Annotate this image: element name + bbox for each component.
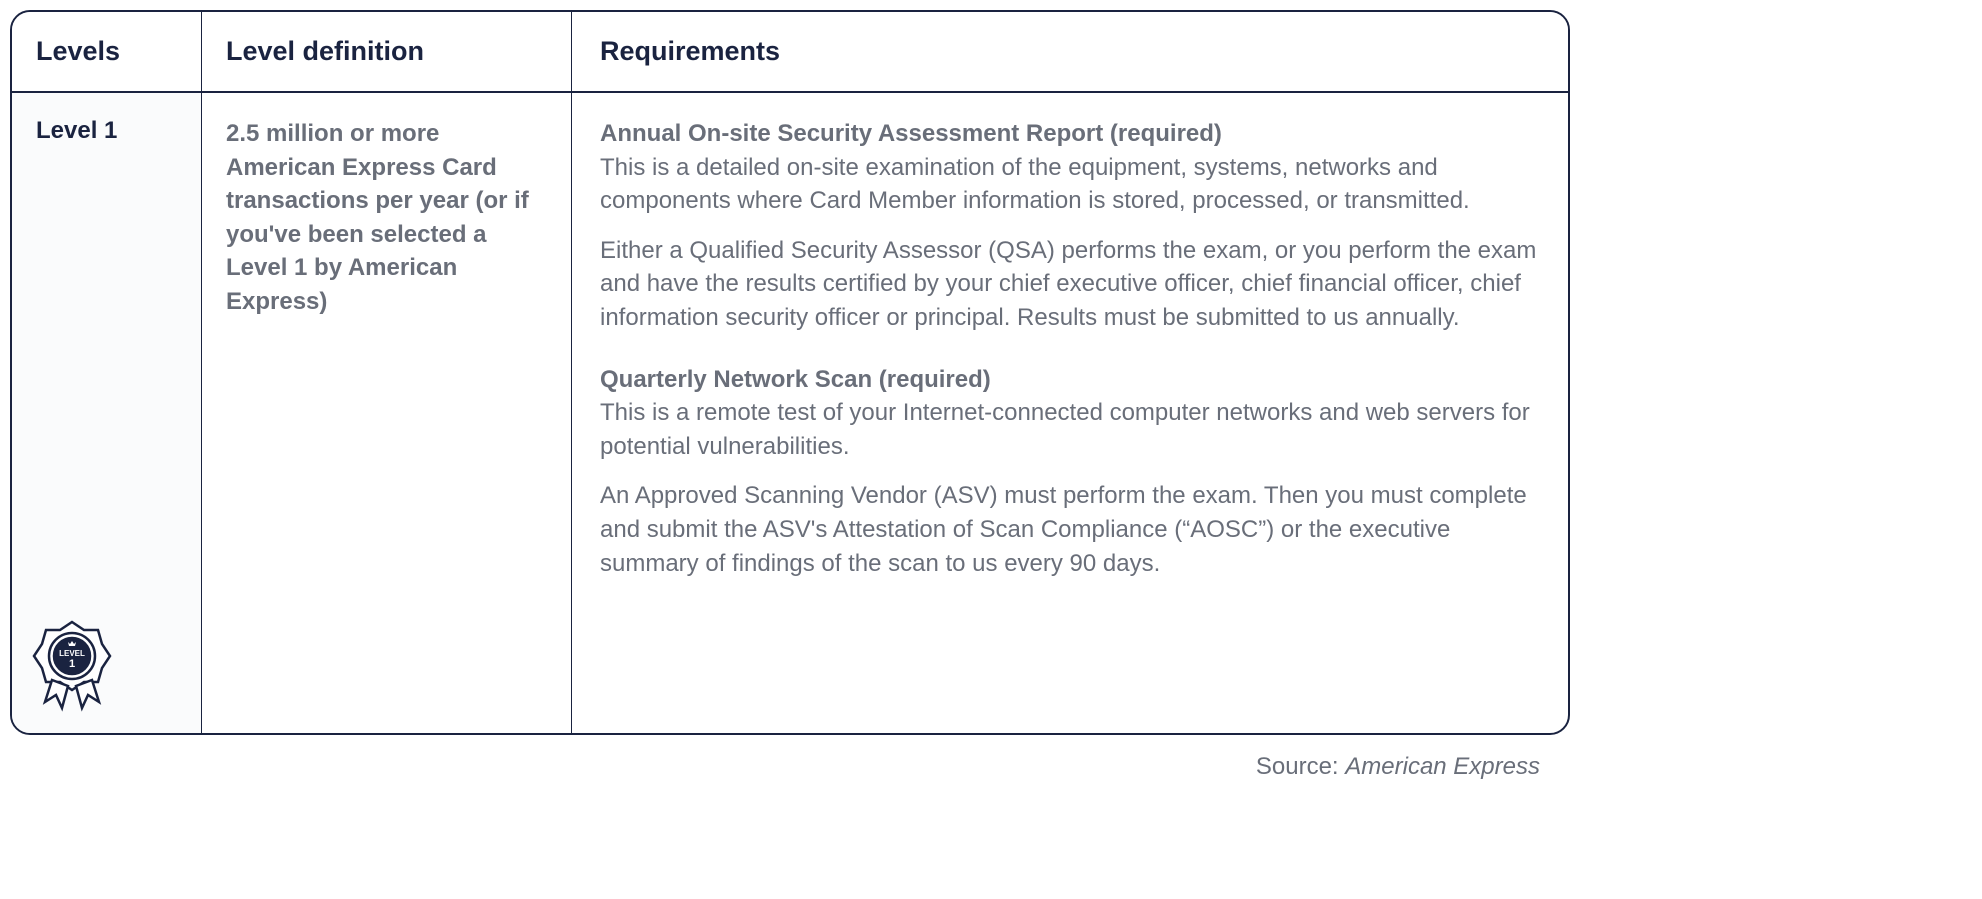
- compliance-table: Levels Level definition Requirements Lev…: [10, 10, 1570, 735]
- definition-text: 2.5 million or more American Express Car…: [226, 117, 547, 319]
- requirement-desc: This is a detailed on-site examination o…: [600, 151, 1540, 218]
- table-row: Level 1 LEVEL 1: [12, 93, 1568, 733]
- svg-text:LEVEL: LEVEL: [59, 649, 85, 658]
- level-name: Level 1: [36, 117, 177, 145]
- header-definition: Level definition: [202, 12, 572, 91]
- source-citation: Source: American Express: [10, 735, 1570, 781]
- cell-requirements: Annual On-site Security Assessment Repor…: [572, 93, 1568, 733]
- requirement-desc: Either a Qualified Security Assessor (QS…: [600, 234, 1540, 335]
- requirement-title: Quarterly Network Scan (required): [600, 363, 1540, 397]
- requirement-block: Annual On-site Security Assessment Repor…: [600, 117, 1540, 335]
- requirement-desc: An Approved Scanning Vendor (ASV) must p…: [600, 479, 1540, 580]
- requirement-title: Annual On-site Security Assessment Repor…: [600, 117, 1540, 151]
- cell-level: Level 1 LEVEL 1: [12, 93, 202, 733]
- requirement-desc: This is a remote test of your Internet-c…: [600, 396, 1540, 463]
- table-header-row: Levels Level definition Requirements: [12, 12, 1568, 93]
- header-levels: Levels: [12, 12, 202, 91]
- header-requirements: Requirements: [572, 12, 1568, 91]
- level-badge-icon: LEVEL 1: [32, 618, 112, 713]
- source-label: Source:: [1256, 753, 1345, 780]
- source-value: American Express: [1345, 753, 1540, 780]
- svg-text:1: 1: [69, 658, 75, 670]
- cell-definition: 2.5 million or more American Express Car…: [202, 93, 572, 733]
- requirement-block: Quarterly Network Scan (required) This i…: [600, 363, 1540, 581]
